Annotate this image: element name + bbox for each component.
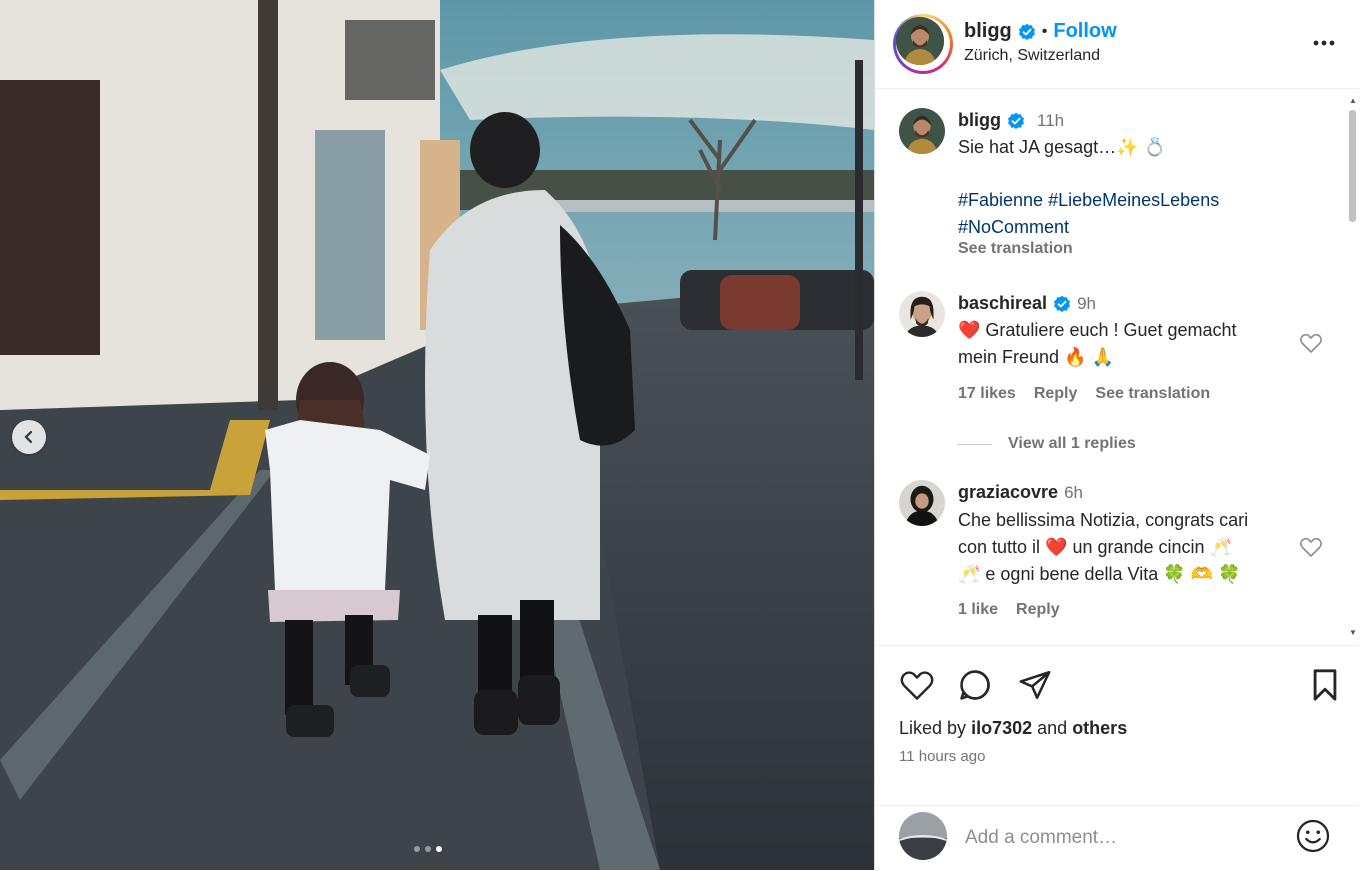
commenter-avatar[interactable] (899, 291, 945, 337)
save-button[interactable] (1309, 668, 1341, 707)
liked-user-link[interactable]: ilo7302 (971, 718, 1032, 738)
comment-text: 🥂 e ogni bene della Vita 🍀 🫶 🍀 (958, 564, 1241, 584)
like-comment-button[interactable] (1299, 536, 1323, 563)
comment-likes[interactable]: 1 like (958, 601, 998, 619)
scroll-down-arrow-icon[interactable]: ▼ (1349, 628, 1357, 637)
heart-outline-icon (1300, 537, 1322, 557)
carousel-dot-active (436, 846, 442, 852)
comment-text: con tutto il ❤️ un grande cincin 🥂 (958, 537, 1232, 557)
avatar-image (899, 812, 947, 860)
post-photo (0, 0, 874, 870)
follow-button[interactable]: Follow (1053, 20, 1116, 43)
heart-outline-icon (1300, 333, 1322, 353)
comment-time: 9h (1077, 293, 1096, 313)
carousel-prev-button[interactable] (12, 420, 46, 454)
comment-likes[interactable]: 17 likes (958, 385, 1016, 403)
caption-hashtag[interactable]: #NoComment (958, 214, 1069, 241)
view-replies-button[interactable]: View all 1 replies (958, 435, 1136, 453)
like-button[interactable] (899, 668, 935, 707)
comment-button[interactable] (957, 668, 993, 707)
add-comment-bar (875, 805, 1359, 871)
comment-text: ❤️ Gratuliere euch ! Guet gemacht (958, 320, 1237, 340)
scroll-up-arrow-icon[interactable]: ▲ (1349, 96, 1357, 105)
bookmark-icon (1313, 669, 1337, 701)
replies-divider (958, 443, 992, 445)
verified-badge-icon (1008, 112, 1024, 129)
comments-section[interactable]: bligg 11h Sie hat JA gesagt…✨ 💍 #Fabienn… (875, 90, 1359, 645)
comment-text: mein Freund 🔥 🙏 (958, 347, 1114, 367)
more-horizontal-icon (1313, 40, 1335, 46)
reply-button[interactable]: Reply (1016, 601, 1060, 619)
more-options-button[interactable] (1311, 30, 1337, 61)
commenter-avatar[interactable] (899, 480, 945, 526)
like-comment-button[interactable] (1299, 332, 1323, 359)
caption-username[interactable]: bligg (958, 110, 1001, 131)
author-username[interactable]: bligg (964, 20, 1012, 43)
chevron-left-icon (24, 430, 33, 444)
caption-author-avatar[interactable] (899, 108, 945, 154)
liked-and: and (1037, 718, 1068, 738)
carousel-indicator (414, 846, 442, 852)
comment-bubble-icon (960, 670, 990, 700)
commenter-username[interactable]: graziacovre (958, 482, 1058, 503)
paper-plane-icon (1019, 670, 1051, 700)
comment-input[interactable] (963, 822, 1287, 854)
post-header: bligg • Follow Zürich, Switzerland (875, 0, 1359, 89)
caption-text: Sie hat JA gesagt…✨ 💍 (958, 137, 1166, 157)
comments-scrollbar-thumb[interactable] (1349, 110, 1356, 222)
avatar-image (896, 17, 944, 65)
emoji-smiley-icon (1296, 819, 1330, 853)
header-separator: • (1041, 22, 1048, 40)
emoji-button[interactable] (1295, 818, 1331, 859)
post-timestamp: 11 hours ago (899, 748, 986, 765)
carousel-dot (414, 846, 420, 852)
caption-time: 11h (1037, 110, 1065, 130)
avatar-image (899, 291, 945, 337)
reply-button[interactable]: Reply (1034, 385, 1078, 403)
commenter-username[interactable]: baschireal (958, 293, 1047, 314)
author-avatar[interactable] (893, 14, 953, 74)
verified-badge-icon (1054, 295, 1071, 312)
liked-by-line: Liked by ilo7302 and others (899, 718, 1127, 739)
see-translation-link[interactable]: See translation (958, 240, 1073, 258)
comment-text: Che bellissima Notizia, congrats cari (958, 510, 1249, 530)
share-button[interactable] (1017, 668, 1053, 707)
comment-time: 6h (1064, 482, 1083, 502)
current-user-avatar (899, 812, 947, 860)
carousel-dot (425, 846, 431, 852)
avatar-image (899, 480, 945, 526)
see-translation-link[interactable]: See translation (1095, 385, 1210, 403)
post-side-panel: bligg • Follow Zürich, Switzerland bligg… (874, 0, 1360, 870)
view-replies-label: View all 1 replies (1008, 435, 1136, 452)
post-actions: Liked by ilo7302 and others 11 hours ago (875, 645, 1359, 806)
heart-outline-icon (900, 671, 934, 700)
post-location[interactable]: Zürich, Switzerland (964, 47, 1100, 65)
post-media[interactable] (0, 0, 874, 870)
liked-others-link[interactable]: others (1072, 718, 1127, 738)
avatar-image (899, 108, 945, 154)
caption-hashtags[interactable]: #Fabienne #LiebeMeinesLebens (958, 187, 1219, 214)
verified-badge-icon (1018, 23, 1035, 40)
liked-prefix: Liked by (899, 718, 967, 738)
